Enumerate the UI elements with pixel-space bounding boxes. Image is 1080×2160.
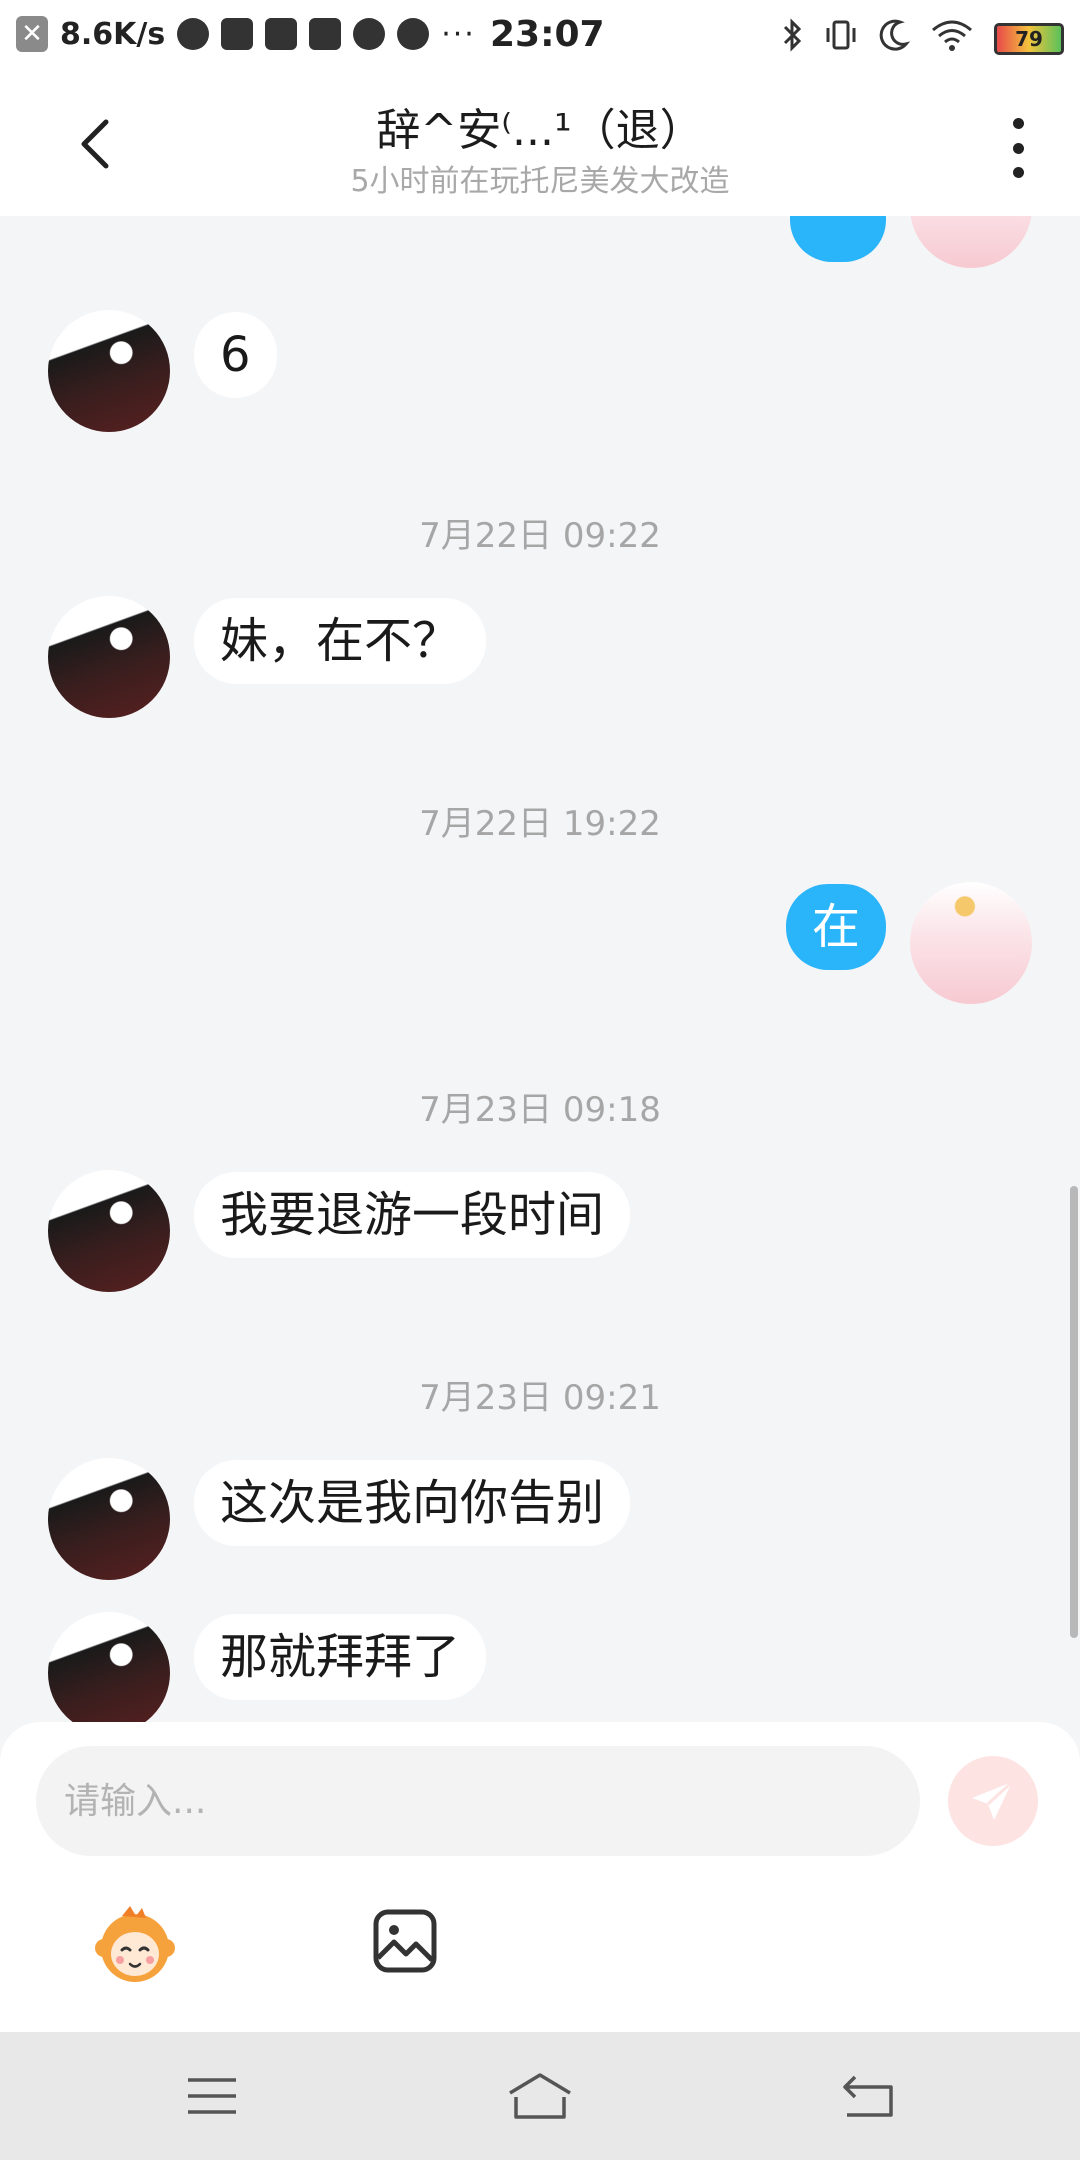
- message-bubble[interactable]: 这次是我向你告别: [194, 1460, 631, 1546]
- menu-icon: [188, 2078, 236, 2114]
- system-nav-bar: [0, 2032, 1080, 2160]
- status-left: ✕ 8.6K/s ···: [16, 16, 476, 52]
- shield-icon: [397, 18, 430, 50]
- message-timestamp: 7月23日 09:21: [419, 1378, 661, 1418]
- contact-status: 5小时前在玩托尼美发大改造: [350, 164, 730, 199]
- contact-avatar[interactable]: [48, 1170, 170, 1292]
- bluetooth-icon: [782, 18, 804, 60]
- my-avatar[interactable]: [910, 882, 1032, 1004]
- vibrate-icon: [824, 18, 858, 60]
- wifi-icon: [930, 18, 974, 60]
- my-avatar[interactable]: [910, 216, 1032, 268]
- message-input[interactable]: [36, 1746, 920, 1856]
- contact-avatar[interactable]: [48, 1458, 170, 1580]
- clock: 23:07: [490, 14, 605, 55]
- return-icon: [843, 2075, 893, 2117]
- emoji-button[interactable]: [92, 1902, 178, 1988]
- message-bubble-me[interactable]: 在: [785, 884, 886, 970]
- paper-plane-icon: [972, 1780, 1014, 1820]
- chat-header: 辞^安⁽...¹（退） 5小时前在玩托尼美发大改造: [0, 72, 1080, 216]
- contact-avatar[interactable]: [48, 1612, 170, 1722]
- image-icon: [373, 1909, 437, 1973]
- menu-button[interactable]: [182, 2068, 242, 2124]
- message-timestamp: 7月22日 09:22: [419, 516, 661, 556]
- home-icon: [509, 2073, 571, 2119]
- status-right: 79: [782, 18, 1064, 60]
- back-nav-button[interactable]: [838, 2068, 898, 2124]
- message-bubble[interactable]: 妹，在不？: [194, 598, 487, 684]
- message-timestamp: 7月22日 19:22: [419, 804, 661, 844]
- contact-avatar[interactable]: [48, 310, 170, 432]
- scrollbar[interactable]: [1070, 1186, 1078, 1638]
- battery-indicator: 79: [994, 23, 1064, 55]
- message-timestamp: 7月23日 09:18: [419, 1090, 661, 1130]
- message-bubble[interactable]: 我要退游一段时间: [194, 1172, 631, 1258]
- more-vertical-icon-dot: [1012, 167, 1024, 178]
- close-notification-icon: ✕: [16, 16, 48, 52]
- more-vertical-icon-dot: [1012, 142, 1024, 154]
- mail-icon: [221, 18, 254, 50]
- network-speed: 8.6K/s: [60, 16, 166, 52]
- more-vertical-icon-dot: [1012, 118, 1024, 129]
- home-button[interactable]: [506, 2068, 574, 2124]
- moon-icon: [878, 18, 911, 60]
- data-saver-icon: [177, 18, 210, 50]
- contact-avatar[interactable]: [48, 596, 170, 718]
- inbox-icon: [265, 18, 298, 50]
- message-bubble[interactable]: 那就拜拜了: [194, 1614, 487, 1700]
- monkey-emoji-icon: [95, 1906, 175, 1982]
- send-button[interactable]: [948, 1756, 1038, 1846]
- more-notifications-icon: ···: [441, 16, 476, 52]
- contact-name[interactable]: 辞^安⁽...¹（退）: [0, 94, 1080, 158]
- message-bubble[interactable]: 6: [194, 312, 277, 398]
- image-button[interactable]: [372, 1908, 438, 1974]
- more-options-button[interactable]: [1006, 118, 1030, 178]
- message-list[interactable]: 6 7月22日 09:22 妹，在不？ 7月22日 19:22 在 7月23日 …: [0, 216, 1080, 1722]
- status-bar: ✕ 8.6K/s ··· 23:07 79: [0, 0, 1080, 72]
- input-panel: [0, 1722, 1080, 2032]
- pinwheel-icon: [353, 18, 386, 50]
- message-bubble-partial[interactable]: [790, 216, 886, 262]
- play-icon: [309, 18, 342, 50]
